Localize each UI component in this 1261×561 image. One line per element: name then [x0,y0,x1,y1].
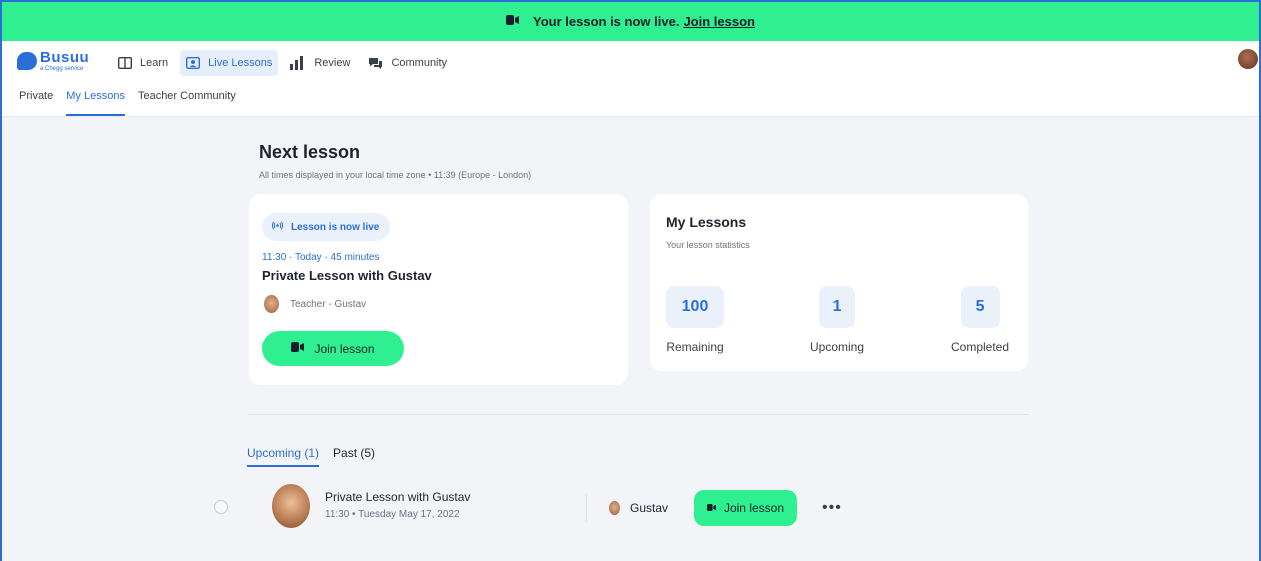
broadcast-icon [272,221,283,233]
row-teacher-avatar [609,501,620,515]
row-lesson-title: Private Lesson with Gustav [325,490,471,504]
busuu-logo-icon [17,52,37,70]
stats-title: My Lessons [666,214,747,230]
banner-text: Your lesson is now live. [533,14,680,29]
live-status-label: Lesson is now live [291,221,380,233]
nav-review-label: Review [314,57,351,69]
nav-review[interactable]: Review [284,50,356,76]
teacher-label: Teacher - Gustav [290,298,367,310]
live-status-badge: Lesson is now live [262,213,390,241]
nav-learn[interactable]: Learn [112,50,174,76]
lesson-teacher: Teacher - Gustav [264,295,366,313]
row-divider [586,494,587,522]
banner-join-link[interactable]: Join lesson [683,14,755,29]
stat-completed-label: Completed [951,340,1010,354]
row-join-lesson-button[interactable]: Join lesson [694,490,797,526]
tab-past[interactable]: Past (5) [333,446,375,467]
live-lessons-icon [186,57,201,69]
row-teacher: Gustav [609,501,668,515]
lesson-stats-card: My Lessons Your lesson statistics 100 Re… [650,194,1028,371]
sub-nav: Private My Lessons Teacher Community [19,90,249,116]
lesson-select-radio[interactable] [214,500,228,514]
book-icon [118,57,132,69]
join-lesson-button[interactable]: Join lesson [262,331,404,366]
stats-subtitle: Your lesson statistics [666,240,750,250]
video-camera-icon [706,501,716,515]
chat-icon [368,57,383,70]
nav-live-lessons[interactable]: Live Lessons [180,50,279,76]
busuu-logo[interactable]: Busuu a Chegg service [17,50,89,73]
stat-upcoming-label: Upcoming [810,340,865,354]
stat-completed: 5 Completed [951,286,1009,354]
video-camera-icon [506,14,520,29]
subnav-teacher-community[interactable]: Teacher Community [138,90,236,116]
stat-remaining: 100 Remaining [666,286,724,354]
lesson-tabs: Upcoming (1) Past (5) [247,446,389,467]
nav-live-lessons-label: Live Lessons [208,57,273,69]
teacher-avatar [264,295,279,313]
more-options-button[interactable]: ••• [822,499,842,517]
page-title: Next lesson [259,142,361,162]
video-camera-icon [291,341,305,356]
nav-community-label: Community [391,57,448,69]
stat-upcoming-value: 1 [819,286,856,328]
lesson-meta: 11:30 · Today · 45 minutes [262,252,380,263]
logo-sub: a Chegg service [40,66,84,72]
nav-learn-label: Learn [140,57,169,69]
teacher-photo [272,484,310,528]
stat-remaining-label: Remaining [666,340,724,354]
live-lesson-banner: Your lesson is now live. Join lesson [0,0,1261,41]
stat-upcoming: 1 Upcoming [810,286,864,354]
section-divider [248,414,1029,415]
join-lesson-label: Join lesson [314,341,375,356]
app-header: Busuu a Chegg service Learn Live Lessons… [0,41,1261,117]
row-lesson-date: 11:30 • Tuesday May 17, 2022 [325,509,460,520]
tab-upcoming[interactable]: Upcoming (1) [247,446,320,467]
timezone-note: All times displayed in your local time z… [259,170,532,180]
nav-community[interactable]: Community [362,50,453,76]
row-join-lesson-label: Join lesson [723,501,785,515]
subnav-my-lessons[interactable]: My Lessons [66,90,125,116]
subnav-private[interactable]: Private [19,90,53,116]
lesson-name: Private Lesson with Gustav [262,268,432,283]
row-teacher-name: Gustav [630,501,669,515]
user-avatar[interactable] [1238,49,1258,69]
stat-remaining-value: 100 [666,286,724,328]
logo-name: Busuu [40,49,90,66]
next-lesson-card: Lesson is now live 11:30 · Today · 45 mi… [249,194,628,385]
main-nav: Learn Live Lessons Review Community [112,50,459,76]
stat-completed-value: 5 [960,286,1000,328]
bar-chart-icon [290,56,306,70]
